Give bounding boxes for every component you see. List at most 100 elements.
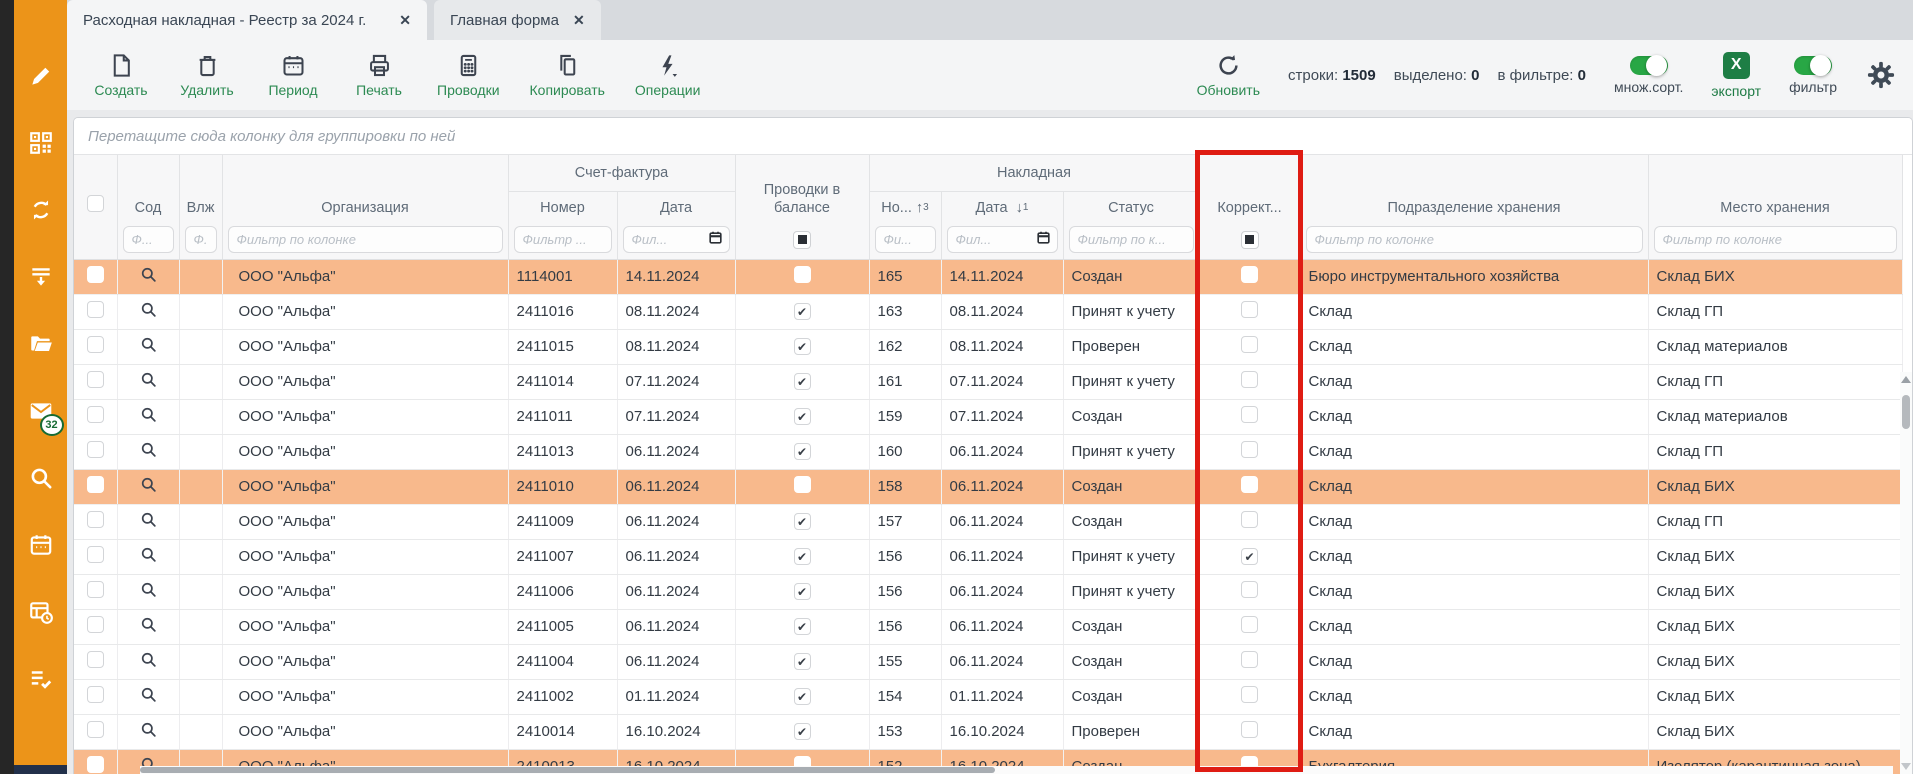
- correction-checkbox[interactable]: [1241, 616, 1258, 633]
- correction-filter-checkbox[interactable]: [1241, 231, 1259, 249]
- correction-checkbox[interactable]: [1241, 511, 1258, 528]
- postings-cell[interactable]: ✔: [735, 434, 869, 469]
- tab-main-form[interactable]: Главная форма ✕: [434, 0, 601, 40]
- column-header-correction[interactable]: Коррект...: [1199, 155, 1300, 221]
- table-row[interactable]: ООО "Альфа" 2411005 06.11.2024 ✔ 156 06.…: [74, 609, 1902, 644]
- magnifier-icon[interactable]: [139, 335, 158, 354]
- row-checkbox[interactable]: [87, 581, 104, 598]
- row-select-cell[interactable]: [74, 574, 117, 609]
- correction-cell[interactable]: [1199, 469, 1300, 504]
- correction-checkbox[interactable]: [1241, 301, 1258, 318]
- postings-checkbox[interactable]: ✔: [794, 338, 811, 355]
- filter-input-waybill-number[interactable]: [875, 226, 936, 253]
- vertical-scrollbar-thumb[interactable]: [1902, 395, 1910, 429]
- row-checkbox[interactable]: [87, 546, 104, 563]
- magnifier-icon[interactable]: [139, 685, 158, 704]
- row-checkbox[interactable]: [87, 441, 104, 458]
- column-header-invoice-number[interactable]: Номер: [508, 191, 617, 221]
- postings-cell[interactable]: ✔: [735, 399, 869, 434]
- correction-cell[interactable]: [1199, 364, 1300, 399]
- postings-cell[interactable]: ✔: [735, 539, 869, 574]
- row-details-cell[interactable]: [117, 399, 179, 434]
- correction-cell[interactable]: [1199, 294, 1300, 329]
- postings-cell[interactable]: ✔: [735, 294, 869, 329]
- search-icon[interactable]: [28, 465, 54, 491]
- postings-cell[interactable]: ✔: [735, 329, 869, 364]
- postings-button[interactable]: Проводки: [437, 52, 500, 98]
- row-select-cell[interactable]: [74, 469, 117, 504]
- magnifier-icon[interactable]: [139, 265, 158, 284]
- postings-cell[interactable]: ✔: [735, 644, 869, 679]
- table-row[interactable]: ООО "Альфа" 2411007 06.11.2024 ✔ 156 06.…: [74, 539, 1902, 574]
- magnifier-icon[interactable]: [139, 440, 158, 459]
- table-row[interactable]: ООО "Альфа" 2411016 08.11.2024 ✔ 163 08.…: [74, 294, 1902, 329]
- magnifier-icon[interactable]: [139, 720, 158, 739]
- table-row[interactable]: ООО "Альфа" 2411009 06.11.2024 ✔ 157 06.…: [74, 504, 1902, 539]
- row-select-cell[interactable]: [74, 329, 117, 364]
- tab-registry[interactable]: Расходная накладная - Реестр за 2024 г. …: [67, 0, 427, 40]
- row-checkbox[interactable]: [87, 616, 104, 633]
- row-select-cell[interactable]: [74, 749, 117, 774]
- row-details-cell[interactable]: [117, 504, 179, 539]
- postings-checkbox[interactable]: ✔: [794, 618, 811, 635]
- horizontal-scrollbar-thumb[interactable]: [140, 767, 995, 773]
- postings-checkbox[interactable]: [794, 266, 811, 283]
- magnifier-icon[interactable]: [139, 475, 158, 494]
- vertical-scrollbar[interactable]: [1900, 372, 1912, 774]
- row-checkbox[interactable]: [87, 476, 104, 493]
- table-row[interactable]: ООО "Альфа" 2411011 07.11.2024 ✔ 159 07.…: [74, 399, 1902, 434]
- column-header-sod[interactable]: Сод: [117, 155, 179, 221]
- postings-checkbox[interactable]: ✔: [794, 373, 811, 390]
- column-header-invoice-date[interactable]: Дата: [617, 191, 735, 221]
- row-checkbox[interactable]: [87, 336, 104, 353]
- row-details-cell[interactable]: [117, 294, 179, 329]
- magnifier-icon[interactable]: [139, 580, 158, 599]
- row-details-cell[interactable]: [117, 574, 179, 609]
- magnifier-icon[interactable]: [139, 405, 158, 424]
- export-button[interactable]: X экспорт: [1711, 52, 1761, 99]
- row-checkbox[interactable]: [87, 511, 104, 528]
- mail-icon[interactable]: 32: [28, 398, 54, 424]
- row-details-cell[interactable]: [117, 679, 179, 714]
- schedule-table-icon[interactable]: [28, 599, 54, 625]
- row-checkbox[interactable]: [87, 756, 104, 773]
- postings-filter-checkbox[interactable]: [793, 231, 811, 249]
- row-details-cell[interactable]: [117, 259, 179, 294]
- postings-cell[interactable]: ✔: [735, 504, 869, 539]
- filter-input-department[interactable]: [1306, 226, 1643, 253]
- filter-input-status[interactable]: [1069, 226, 1194, 253]
- correction-checkbox[interactable]: [1241, 371, 1258, 388]
- row-select-cell[interactable]: [74, 399, 117, 434]
- column-header-waybill-date[interactable]: Дата ↓1: [941, 191, 1063, 221]
- filter-input-invoice-number[interactable]: [514, 226, 612, 253]
- postings-checkbox[interactable]: ✔: [794, 513, 811, 530]
- postings-cell[interactable]: ✔: [735, 679, 869, 714]
- magnifier-icon[interactable]: [139, 615, 158, 634]
- gear-icon[interactable]: [1865, 59, 1897, 91]
- magnifier-icon[interactable]: [139, 650, 158, 669]
- row-select-cell[interactable]: [74, 609, 117, 644]
- table-row[interactable]: ООО "Альфа" 2411006 06.11.2024 ✔ 156 06.…: [74, 574, 1902, 609]
- correction-cell[interactable]: [1199, 714, 1300, 749]
- scroll-up-arrow-icon[interactable]: [1901, 376, 1911, 383]
- row-select-cell[interactable]: [74, 679, 117, 714]
- postings-checkbox[interactable]: ✔: [794, 303, 811, 320]
- row-select-cell[interactable]: [74, 294, 117, 329]
- row-details-cell[interactable]: [117, 434, 179, 469]
- row-details-cell[interactable]: [117, 609, 179, 644]
- postings-checkbox[interactable]: ✔: [794, 653, 811, 670]
- correction-cell[interactable]: ✔: [1199, 539, 1300, 574]
- row-checkbox[interactable]: [87, 686, 104, 703]
- filter-input-organization[interactable]: [228, 226, 503, 253]
- correction-checkbox[interactable]: [1241, 266, 1258, 283]
- calendar-icon[interactable]: [28, 532, 54, 558]
- table-row[interactable]: ООО "Альфа" 2411004 06.11.2024 ✔ 155 06.…: [74, 644, 1902, 679]
- row-select-cell[interactable]: [74, 364, 117, 399]
- row-details-cell[interactable]: [117, 469, 179, 504]
- table-row[interactable]: ООО "Альфа" 2411014 07.11.2024 ✔ 161 07.…: [74, 364, 1902, 399]
- filter-input-sod[interactable]: [123, 226, 174, 253]
- correction-cell[interactable]: [1199, 574, 1300, 609]
- magnifier-icon[interactable]: [139, 370, 158, 389]
- horizontal-scrollbar[interactable]: [140, 766, 1893, 774]
- magnifier-icon[interactable]: [139, 300, 158, 319]
